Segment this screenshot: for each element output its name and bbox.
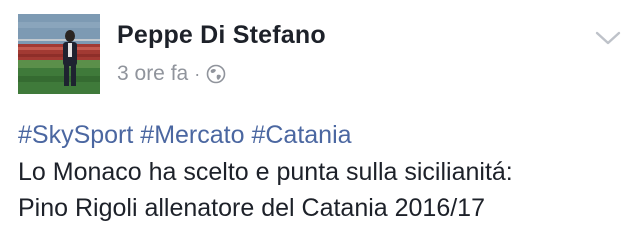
hashtag-row: #SkySport #Mercato #Catania xyxy=(18,121,352,150)
chevron-down-icon[interactable] xyxy=(594,28,622,48)
meta-separator: · xyxy=(194,63,201,84)
post-body-line: Pino Rigoli allenatore del Catania 2016/… xyxy=(18,194,485,222)
facebook-post: Peppe Di Stefano 3 ore fa · #SkySport #M… xyxy=(0,0,639,242)
avatar-photo xyxy=(18,14,100,94)
post-body-line: Lo Monaco ha scelto e punta sulla sicili… xyxy=(18,158,513,186)
hashtag-link[interactable]: #Catania xyxy=(251,121,351,149)
hashtag-link[interactable]: #Mercato xyxy=(140,121,244,149)
post-meta: 3 ore fa · xyxy=(117,62,226,86)
hashtag-link[interactable]: #SkySport xyxy=(18,121,133,149)
avatar[interactable] xyxy=(18,14,100,94)
post-timestamp[interactable]: 3 ore fa xyxy=(117,62,188,86)
globe-icon[interactable] xyxy=(206,64,226,84)
author-name[interactable]: Peppe Di Stefano xyxy=(117,21,326,50)
